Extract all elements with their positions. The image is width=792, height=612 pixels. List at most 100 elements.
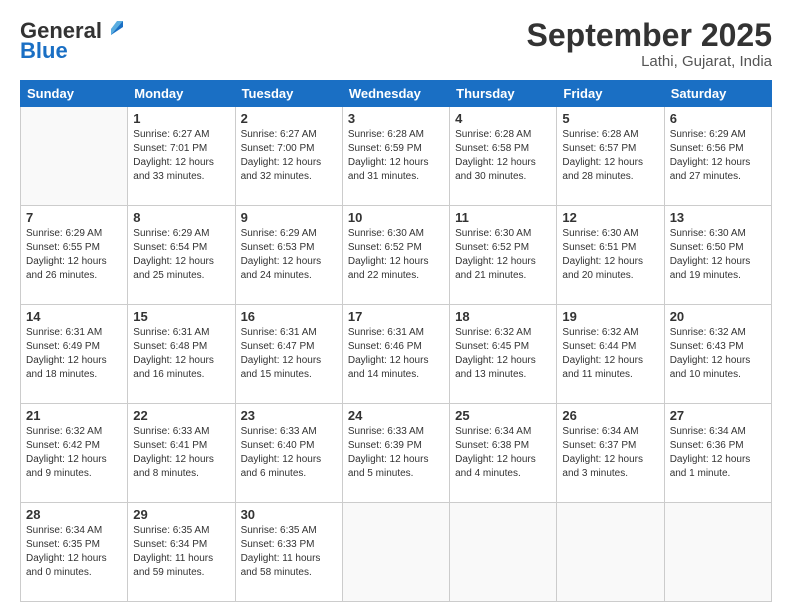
calendar-cell: 28 Sunrise: 6:34 AM Sunset: 6:35 PM Dayli… [21,503,128,602]
day-number: 20 [670,309,766,324]
day-number: 6 [670,111,766,126]
day-number: 2 [241,111,337,126]
day-number: 4 [455,111,551,126]
day-number: 1 [133,111,229,126]
day-info: Sunrise: 6:34 AM Sunset: 6:35 PM Dayligh… [26,524,122,580]
calendar-table: SundayMondayTuesdayWednesdayThursdayFrid… [20,80,772,602]
calendar-cell: 15 Sunrise: 6:31 AM Sunset: 6:48 PM Dayli… [128,305,235,404]
calendar-header-row: SundayMondayTuesdayWednesdayThursdayFrid… [21,81,772,107]
day-number: 17 [348,309,444,324]
calendar-cell: 17 Sunrise: 6:31 AM Sunset: 6:46 PM Dayli… [342,305,449,404]
day-number: 16 [241,309,337,324]
week-row-1: 1Sunrise: 6:27 AM Sunset: 7:01 PM Daylig… [21,107,772,206]
calendar-cell [664,503,771,602]
calendar-cell: 12Sunrise: 6:30 AM Sunset: 6:51 PM Dayli… [557,206,664,305]
calendar-cell: 19 Sunrise: 6:32 AM Sunset: 6:44 PM Dayli… [557,305,664,404]
day-info: Sunrise: 6:32 AM Sunset: 6:43 PM Dayligh… [670,326,766,382]
day-number: 9 [241,210,337,225]
calendar-cell [21,107,128,206]
day-number: 14 [26,309,122,324]
calendar-cell: 16Sunrise: 6:31 AM Sunset: 6:47 PM Dayli… [235,305,342,404]
day-info: Sunrise: 6:29 AM Sunset: 6:56 PM Dayligh… [670,128,766,184]
calendar-cell [557,503,664,602]
calendar-cell: 22 Sunrise: 6:33 AM Sunset: 6:41 PM Dayli… [128,404,235,503]
calendar-cell: 8 Sunrise: 6:29 AM Sunset: 6:54 PM Daylig… [128,206,235,305]
day-number: 21 [26,408,122,423]
week-row-4: 21 Sunrise: 6:32 AM Sunset: 6:42 PM Dayli… [21,404,772,503]
day-number: 24 [348,408,444,423]
day-info: Sunrise: 6:32 AM Sunset: 6:44 PM Dayligh… [562,326,658,382]
day-number: 8 [133,210,229,225]
calendar-cell [450,503,557,602]
day-number: 7 [26,210,122,225]
calendar-cell: 29 Sunrise: 6:35 AM Sunset: 6:34 PM Dayli… [128,503,235,602]
day-info: Sunrise: 6:32 AM Sunset: 6:42 PM Dayligh… [26,425,122,481]
day-number: 15 [133,309,229,324]
calendar-cell: 9 Sunrise: 6:29 AM Sunset: 6:53 PM Daylig… [235,206,342,305]
day-info: Sunrise: 6:34 AM Sunset: 6:37 PM Dayligh… [562,425,658,481]
logo: General Blue [20,18,127,64]
week-row-3: 14 Sunrise: 6:31 AM Sunset: 6:49 PM Dayli… [21,305,772,404]
day-info: Sunrise: 6:30 AM Sunset: 6:50 PM Dayligh… [670,227,766,283]
day-number: 28 [26,507,122,522]
day-header-sunday: Sunday [21,81,128,107]
day-info: Sunrise: 6:31 AM Sunset: 6:49 PM Dayligh… [26,326,122,382]
day-info: Sunrise: 6:34 AM Sunset: 6:36 PM Dayligh… [670,425,766,481]
day-info: Sunrise: 6:33 AM Sunset: 6:39 PM Dayligh… [348,425,444,481]
day-number: 29 [133,507,229,522]
day-info: Sunrise: 6:33 AM Sunset: 6:41 PM Dayligh… [133,425,229,481]
day-info: Sunrise: 6:27 AM Sunset: 7:00 PM Dayligh… [241,128,337,184]
day-info: Sunrise: 6:28 AM Sunset: 6:58 PM Dayligh… [455,128,551,184]
day-info: Sunrise: 6:28 AM Sunset: 6:59 PM Dayligh… [348,128,444,184]
calendar-cell: 5 Sunrise: 6:28 AM Sunset: 6:57 PM Daylig… [557,107,664,206]
day-info: Sunrise: 6:35 AM Sunset: 6:34 PM Dayligh… [133,524,229,580]
calendar-cell: 4 Sunrise: 6:28 AM Sunset: 6:58 PM Daylig… [450,107,557,206]
day-number: 13 [670,210,766,225]
header: General Blue September 2025 Lathi, Gujar… [20,18,772,70]
day-number: 26 [562,408,658,423]
calendar-cell: 13 Sunrise: 6:30 AM Sunset: 6:50 PM Dayli… [664,206,771,305]
day-info: Sunrise: 6:29 AM Sunset: 6:54 PM Dayligh… [133,227,229,283]
calendar-cell: 20 Sunrise: 6:32 AM Sunset: 6:43 PM Dayli… [664,305,771,404]
logo-icon [103,17,127,41]
day-header-friday: Friday [557,81,664,107]
calendar-cell: 2 Sunrise: 6:27 AM Sunset: 7:00 PM Daylig… [235,107,342,206]
day-info: Sunrise: 6:29 AM Sunset: 6:55 PM Dayligh… [26,227,122,283]
day-number: 5 [562,111,658,126]
day-info: Sunrise: 6:34 AM Sunset: 6:38 PM Dayligh… [455,425,551,481]
day-info: Sunrise: 6:31 AM Sunset: 6:48 PM Dayligh… [133,326,229,382]
day-info: Sunrise: 6:30 AM Sunset: 6:52 PM Dayligh… [348,227,444,283]
calendar-cell: 6 Sunrise: 6:29 AM Sunset: 6:56 PM Daylig… [664,107,771,206]
calendar-cell: 21 Sunrise: 6:32 AM Sunset: 6:42 PM Dayli… [21,404,128,503]
calendar-cell: 3Sunrise: 6:28 AM Sunset: 6:59 PM Daylig… [342,107,449,206]
calendar-cell: 25 Sunrise: 6:34 AM Sunset: 6:38 PM Dayli… [450,404,557,503]
day-number: 25 [455,408,551,423]
day-info: Sunrise: 6:28 AM Sunset: 6:57 PM Dayligh… [562,128,658,184]
day-info: Sunrise: 6:35 AM Sunset: 6:33 PM Dayligh… [241,524,337,580]
day-number: 27 [670,408,766,423]
calendar-cell: 24 Sunrise: 6:33 AM Sunset: 6:39 PM Dayli… [342,404,449,503]
day-info: Sunrise: 6:31 AM Sunset: 6:46 PM Dayligh… [348,326,444,382]
day-number: 22 [133,408,229,423]
calendar-cell: 23Sunrise: 6:33 AM Sunset: 6:40 PM Dayli… [235,404,342,503]
day-number: 12 [562,210,658,225]
logo-blue: Blue [20,38,68,64]
day-number: 10 [348,210,444,225]
day-header-saturday: Saturday [664,81,771,107]
page: General Blue September 2025 Lathi, Gujar… [0,0,792,612]
calendar-cell: 26 Sunrise: 6:34 AM Sunset: 6:37 PM Dayli… [557,404,664,503]
calendar-cell: 1Sunrise: 6:27 AM Sunset: 7:01 PM Daylig… [128,107,235,206]
day-number: 30 [241,507,337,522]
location: Lathi, Gujarat, India [527,53,772,70]
calendar-cell: 14 Sunrise: 6:31 AM Sunset: 6:49 PM Dayli… [21,305,128,404]
day-info: Sunrise: 6:33 AM Sunset: 6:40 PM Dayligh… [241,425,337,481]
day-number: 11 [455,210,551,225]
day-info: Sunrise: 6:29 AM Sunset: 6:53 PM Dayligh… [241,227,337,283]
day-header-wednesday: Wednesday [342,81,449,107]
calendar-cell: 11Sunrise: 6:30 AM Sunset: 6:52 PM Dayli… [450,206,557,305]
day-info: Sunrise: 6:32 AM Sunset: 6:45 PM Dayligh… [455,326,551,382]
day-number: 18 [455,309,551,324]
calendar-cell: 10 Sunrise: 6:30 AM Sunset: 6:52 PM Dayli… [342,206,449,305]
month-title: September 2025 [527,18,772,53]
day-number: 19 [562,309,658,324]
